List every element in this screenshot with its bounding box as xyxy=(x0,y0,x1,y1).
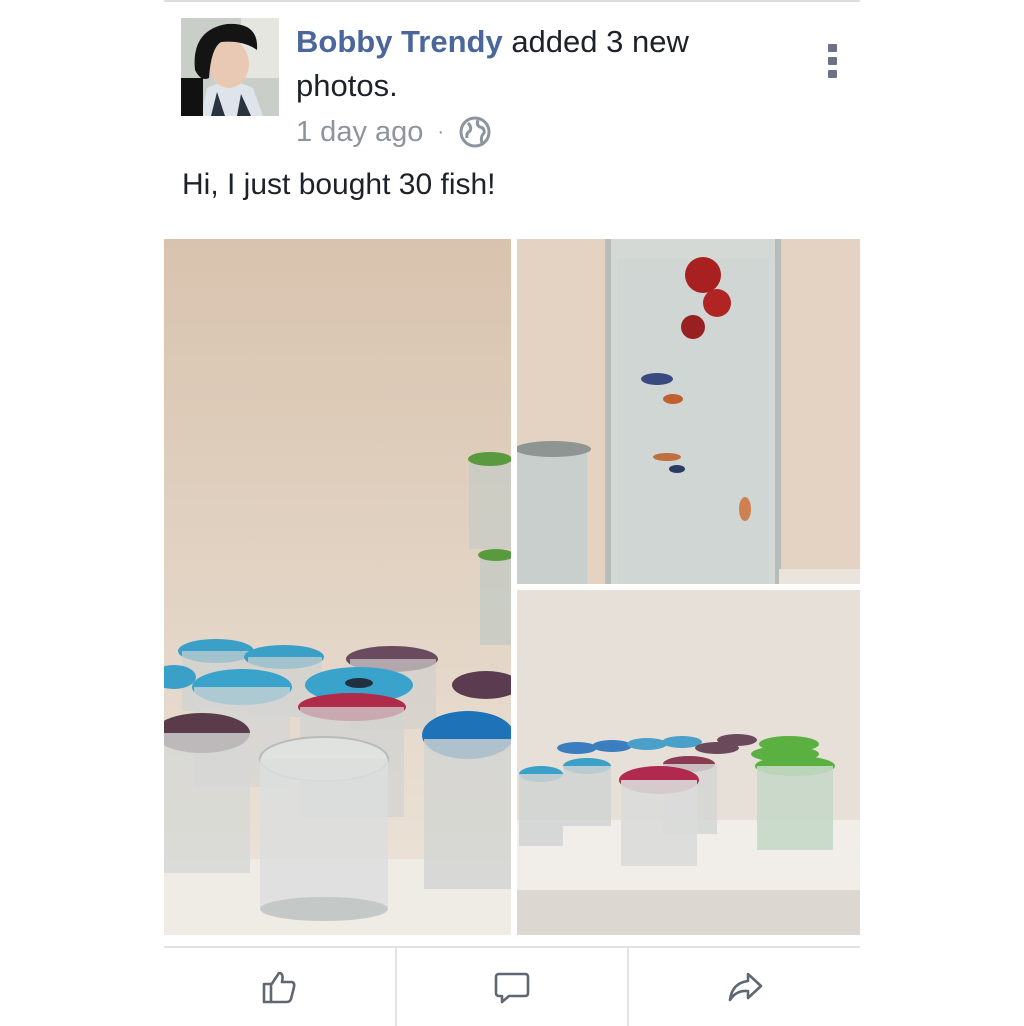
photo-2[interactable] xyxy=(517,239,860,584)
top-divider xyxy=(164,0,860,2)
globe-icon[interactable] xyxy=(458,115,492,149)
post-meta: 1 day ago · xyxy=(296,110,492,154)
share-arrow-icon xyxy=(728,972,762,1002)
thumbs-up-icon xyxy=(263,971,296,1004)
avatar[interactable] xyxy=(181,18,279,116)
post-card: Bobby Trendy added 3 new photos. 1 day a… xyxy=(164,0,860,1026)
author-name[interactable]: Bobby Trendy xyxy=(296,24,503,59)
post-header: Bobby Trendy added 3 new photos. xyxy=(296,20,766,108)
more-vertical-icon[interactable] xyxy=(826,44,838,78)
share-button[interactable] xyxy=(629,948,860,1026)
post-text: Hi, I just bought 30 fish! xyxy=(182,168,496,201)
like-button[interactable] xyxy=(164,948,397,1026)
photo-3[interactable] xyxy=(517,590,860,935)
photo-1[interactable] xyxy=(164,239,511,935)
comment-icon xyxy=(494,972,530,1004)
post-actions-bar xyxy=(164,946,860,1026)
post-timestamp[interactable]: 1 day ago xyxy=(296,116,423,149)
avatar-image xyxy=(181,18,279,116)
comment-button[interactable] xyxy=(397,948,630,1026)
meta-separator: · xyxy=(437,120,445,143)
